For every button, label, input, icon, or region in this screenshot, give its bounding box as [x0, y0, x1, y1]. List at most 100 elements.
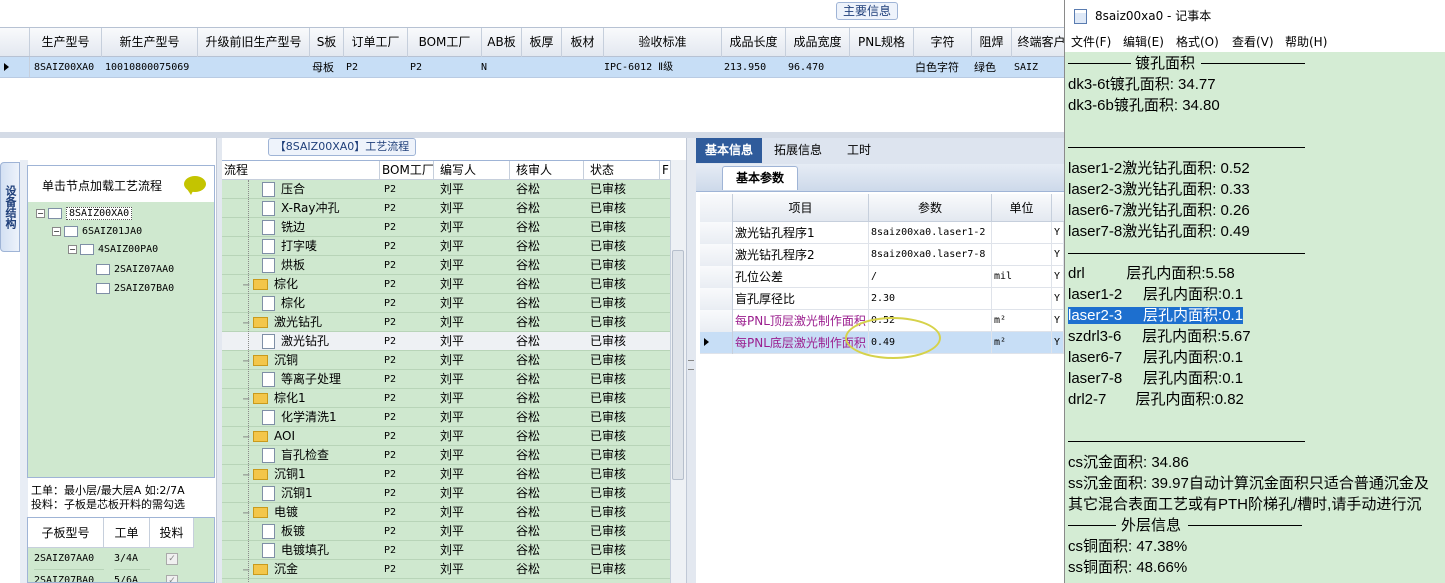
col-bom[interactable]: BOM工厂 — [380, 161, 434, 180]
process-row[interactable]: 铣边 P2 刘平 谷松 已审核 — [222, 218, 686, 237]
param-row[interactable]: 激光钻孔程序2 8saiz00xa0.laser7-8 Y — [700, 244, 1064, 266]
col-status[interactable]: 状态 — [584, 161, 660, 180]
process-row[interactable]: 压合 P2 刘平 谷松 已审核 — [222, 180, 686, 199]
tab-work-hours[interactable]: 工时 — [834, 138, 884, 163]
process-group-node[interactable]: − 沉铜1 — [242, 465, 306, 484]
speech-bubble-icon[interactable] — [184, 176, 206, 195]
process-step-node[interactable]: 盲孔检查 — [262, 446, 329, 465]
feed-checkbox[interactable]: ✓ — [166, 553, 178, 565]
notepad-text-area[interactable]: 镀孔面积 dk3-6t镀孔面积: 34.77 dk3-6b镀孔面积: 34.80… — [1065, 52, 1445, 583]
col-width[interactable]: 成品宽度 — [786, 28, 850, 57]
process-row[interactable]: − 电镀 P2 刘平 谷松 已审核 — [222, 503, 686, 522]
process-step-node[interactable]: 压合 — [262, 180, 305, 199]
col-client[interactable]: 终端客户 — [1012, 28, 1064, 57]
cell-bom-factory[interactable]: P2 — [410, 57, 422, 78]
param-value[interactable]: 8saiz00xa0.laser1-2 — [869, 222, 992, 244]
process-group-node[interactable]: − AOI — [242, 427, 295, 446]
process-step-node[interactable]: 激光钻孔 — [262, 332, 329, 351]
process-row[interactable]: − 沉铜1 P2 刘平 谷松 已审核 — [222, 465, 686, 484]
process-step-node[interactable]: 打字唛 — [262, 237, 317, 256]
device-structure-tab[interactable]: 设备结构 — [0, 162, 20, 252]
cell-length[interactable]: 213.950 — [724, 57, 766, 78]
collapse-icon[interactable]: − — [242, 276, 251, 295]
col-checker[interactable]: 核审人 — [510, 161, 584, 180]
process-row[interactable]: X-Ray冲孔 P2 刘平 谷松 已审核 — [222, 199, 686, 218]
col-model[interactable]: 生产型号 — [30, 28, 102, 57]
process-row[interactable]: 化学清洗1 P2 刘平 谷松 已审核 — [222, 408, 686, 427]
process-row[interactable]: 沉铜1 P2 刘平 谷松 已审核 — [222, 484, 686, 503]
process-row[interactable]: 板镀 P2 刘平 谷松 已审核 — [222, 522, 686, 541]
menu-format[interactable]: 格式(O) — [1176, 32, 1219, 52]
collapse-icon[interactable]: − — [242, 428, 251, 447]
col-solder-mask[interactable]: 阻焊 — [972, 28, 1012, 57]
col-thickness[interactable]: 板厚 — [522, 28, 562, 57]
process-group-node[interactable]: − 沉铜 — [242, 351, 298, 370]
col-material[interactable]: 板材 — [562, 28, 604, 57]
process-row[interactable]: 烘板 P2 刘平 谷松 已审核 — [222, 256, 686, 275]
param-row[interactable]: 激光钻孔程序1 8saiz00xa0.laser1-2 Y — [700, 222, 1064, 244]
collapse-icon[interactable]: − — [52, 226, 61, 236]
sub-row-order[interactable]: 5/6A — [114, 570, 150, 582]
cell-client[interactable]: SAIZ — [1014, 57, 1038, 78]
process-row[interactable]: − 沉铜 P2 刘平 谷松 已审核 — [222, 351, 686, 370]
col-bom-factory[interactable]: BOM工厂 — [408, 28, 482, 57]
col-ab-board[interactable]: AB板 — [482, 28, 522, 57]
process-scroll-thumb[interactable] — [672, 250, 684, 480]
param-row[interactable]: 孔位公差 / mil Y — [700, 266, 1064, 288]
process-group-node[interactable]: − 电镀 — [242, 503, 298, 522]
param-row[interactable]: 盲孔厚径比 2.30 Y — [700, 288, 1064, 310]
process-group-node[interactable]: − 激光钻孔 — [242, 313, 322, 332]
menu-file[interactable]: 文件(F) — [1071, 32, 1111, 52]
col-char[interactable]: 字符 — [914, 28, 972, 57]
process-step-node[interactable]: 电镀填孔 — [262, 541, 329, 560]
cell-solder-mask[interactable]: 绿色 — [974, 57, 996, 78]
tree-node-leaf-b[interactable]: 2SAIZ07BA0 — [96, 280, 174, 298]
collapse-icon[interactable]: − — [242, 314, 251, 333]
col-writer[interactable]: 编写人 — [434, 161, 510, 180]
menu-edit[interactable]: 编辑(E) — [1123, 32, 1164, 52]
selected-text[interactable]: 层孔内面积:0.1 — [1122, 307, 1244, 324]
cell-new-model[interactable]: 10010800075069 — [105, 57, 189, 78]
cell-model[interactable]: 8SAIZ00XA0 — [34, 57, 94, 78]
param-value[interactable]: 8saiz00xa0.laser7-8 — [869, 244, 992, 266]
col-s-board[interactable]: S板 — [310, 28, 344, 57]
param-value[interactable]: 2.30 — [869, 288, 992, 310]
cell-s-board[interactable]: 母板 — [312, 57, 334, 78]
tree-node-leaf-a[interactable]: 2SAIZ07AA0 — [96, 261, 174, 279]
tree-node-level2[interactable]: −6SAIZ01JA0 — [52, 223, 142, 241]
collapse-icon[interactable]: − — [242, 504, 251, 523]
process-row[interactable]: − 沉金 P2 刘平 谷松 已审核 — [222, 560, 686, 579]
cell-order-factory[interactable]: P2 — [346, 57, 358, 78]
process-group-node[interactable]: − 棕化1 — [242, 389, 306, 408]
tree-node-root[interactable]: −8SAIZ00XA0 — [36, 205, 133, 223]
collapse-icon[interactable]: − — [68, 244, 77, 254]
col-order-factory[interactable]: 订单工厂 — [344, 28, 408, 57]
process-step-node[interactable]: 棕化 — [262, 294, 305, 313]
main-info-tab[interactable]: 主要信息 — [836, 2, 898, 20]
process-row[interactable]: 棕化 P2 刘平 谷松 已审核 — [222, 294, 686, 313]
tab-extended-info[interactable]: 拓展信息 — [762, 138, 834, 163]
cell-char[interactable]: 白色字符 — [915, 57, 959, 78]
sub-row-model[interactable]: 2SAIZ07AA0 — [34, 548, 104, 570]
sub-row-order[interactable]: 3/4A — [114, 548, 150, 570]
process-step-node[interactable]: 烘板 — [262, 256, 305, 275]
cell-ab-board[interactable]: N — [481, 57, 487, 78]
col-flow[interactable]: 流程 — [222, 161, 380, 180]
col-pnl[interactable]: PNL规格 — [850, 28, 914, 57]
process-row[interactable]: − AOI P2 刘平 谷松 已审核 — [222, 427, 686, 446]
process-group-node[interactable]: − 沉金 — [242, 560, 298, 579]
process-step-node[interactable]: 板镀 — [262, 522, 305, 541]
process-step-node[interactable]: 等离子处理 — [262, 370, 341, 389]
process-row[interactable]: 打字唛 P2 刘平 谷松 已审核 — [222, 237, 686, 256]
process-step-node[interactable]: X-Ray冲孔 — [262, 199, 339, 218]
collapse-icon[interactable]: − — [242, 390, 251, 409]
process-step-node[interactable]: 化学清洗1 — [262, 408, 337, 427]
tab-basic-params[interactable]: 基本参数 — [722, 166, 798, 190]
cell-width[interactable]: 96.470 — [788, 57, 824, 78]
process-group-node[interactable]: − 棕化 — [242, 275, 298, 294]
menu-view[interactable]: 查看(V) — [1232, 32, 1274, 52]
feed-checkbox[interactable]: ✓ — [166, 575, 178, 582]
tab-basic-info[interactable]: 基本信息 — [696, 138, 762, 163]
col-sub-order[interactable]: 工单 — [104, 518, 150, 548]
menu-help[interactable]: 帮助(H) — [1285, 32, 1327, 52]
